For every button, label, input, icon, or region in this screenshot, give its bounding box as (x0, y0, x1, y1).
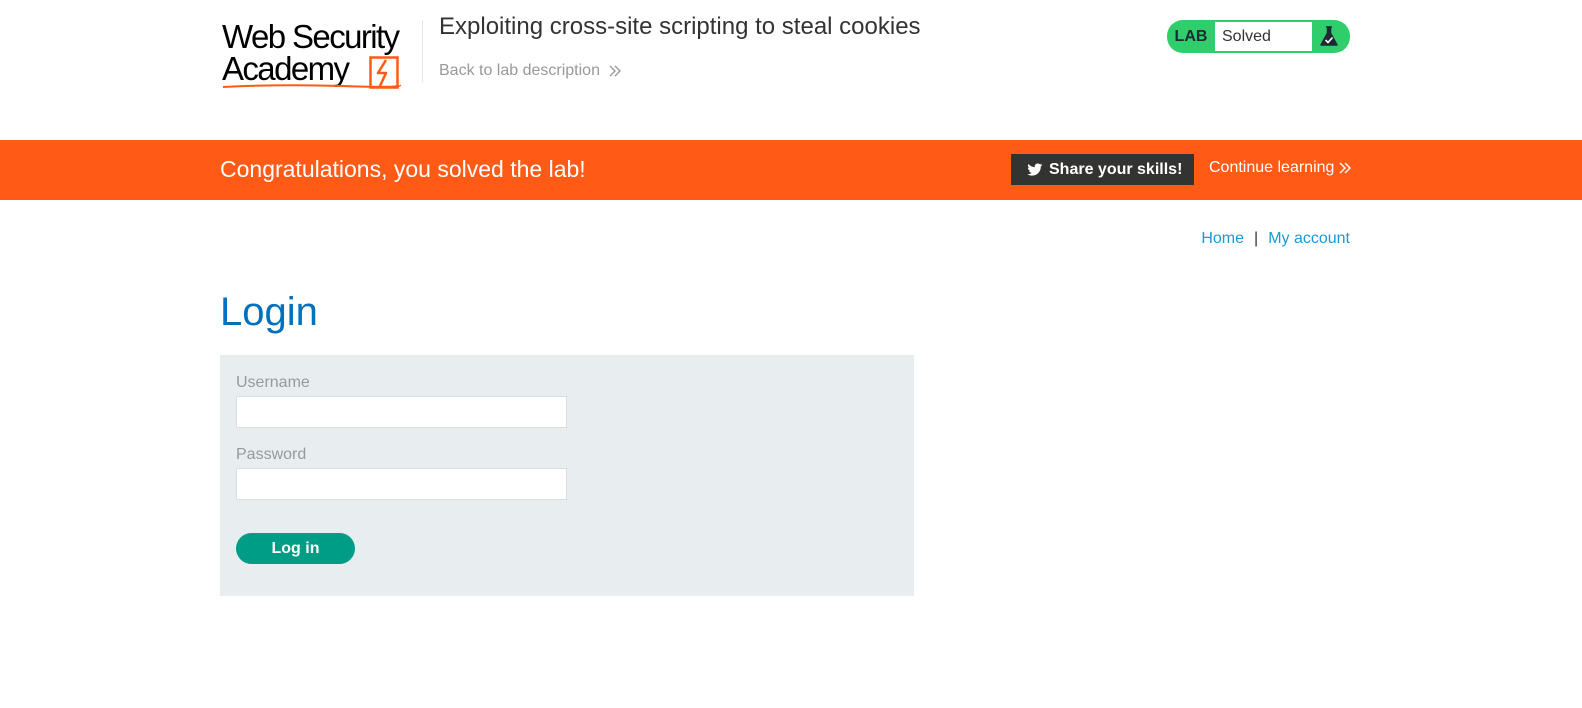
lab-solved-banner: Congratulations, you solved the lab! Sha… (0, 140, 1582, 200)
logo-text-line1: Web Security (222, 18, 400, 55)
link-separator: | (1254, 230, 1259, 247)
flask-icon (1320, 26, 1338, 46)
logo-underline (222, 84, 402, 88)
lab-title: Exploiting cross-site scripting to steal… (439, 13, 921, 40)
continue-learning-label: Continue learning (1209, 159, 1335, 176)
page-title: Login (220, 290, 318, 334)
share-your-skills-button[interactable]: Share your skills! (1011, 154, 1194, 185)
lab-tag: LAB (1174, 28, 1208, 45)
share-button-label: Share your skills! (1049, 160, 1183, 178)
double-chevron-right-icon (1339, 162, 1352, 174)
continue-learning-link[interactable]: Continue learning (1209, 159, 1352, 177)
username-input[interactable] (236, 396, 567, 428)
logo-text-line2: Academy (222, 50, 350, 87)
congratulations-message: Congratulations, you solved the lab! (220, 156, 586, 182)
home-link[interactable]: Home (1201, 230, 1244, 248)
my-account-link[interactable]: My account (1268, 230, 1350, 248)
login-form: Username Password Log in (220, 355, 914, 596)
lab-status-widget: LAB Solved (1167, 20, 1350, 53)
username-label: Username (236, 374, 310, 391)
password-input[interactable] (236, 468, 567, 500)
back-to-lab-description-link[interactable]: Back to lab description (439, 62, 622, 80)
top-links: Home | My account (1201, 230, 1350, 248)
twitter-bird-icon (1027, 162, 1043, 176)
password-label: Password (236, 446, 307, 463)
academy-header: Web Security Academy Exploiting cross-si… (0, 0, 1582, 140)
header-divider (422, 20, 423, 82)
log-in-button[interactable]: Log in (236, 533, 355, 564)
web-security-academy-logo[interactable]: Web Security Academy (222, 18, 422, 92)
lab-status-text: Solved (1215, 22, 1312, 51)
double-chevron-right-icon (609, 65, 621, 77)
back-link-label: Back to lab description (439, 62, 600, 79)
